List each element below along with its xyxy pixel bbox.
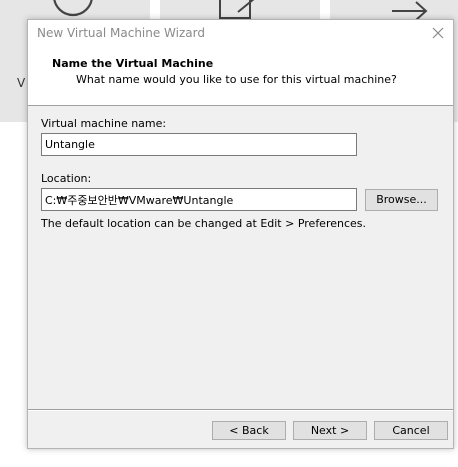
location-label: Location: [41,172,92,185]
default-location-hint: The default location can be changed at E… [41,217,367,230]
cancel-button[interactable]: Cancel [374,421,448,440]
edit-icon [219,0,255,19]
next-button[interactable]: Next > [293,421,367,440]
wizard-step-subtitle: What name would you like to use for this… [76,73,397,86]
footer-separator [28,409,453,411]
clock-icon [53,0,93,17]
dialog-title: New Virtual Machine Wizard [37,26,205,40]
browse-button[interactable]: Browse... [365,189,438,211]
wizard-header: Name the Virtual Machine What name would… [28,47,453,106]
close-button[interactable] [423,20,453,47]
vm-name-input[interactable] [41,133,357,156]
new-vm-wizard-dialog: New Virtual Machine Wizard Name the Virt… [27,19,454,449]
background-tile-label: V [17,76,26,90]
wizard-step-title: Name the Virtual Machine [52,57,214,70]
close-icon [432,27,444,39]
dialog-titlebar[interactable]: New Virtual Machine Wizard [28,20,453,47]
location-input[interactable] [41,188,357,211]
back-button[interactable]: < Back [212,421,286,440]
vm-name-label: Virtual machine name: [41,117,167,130]
